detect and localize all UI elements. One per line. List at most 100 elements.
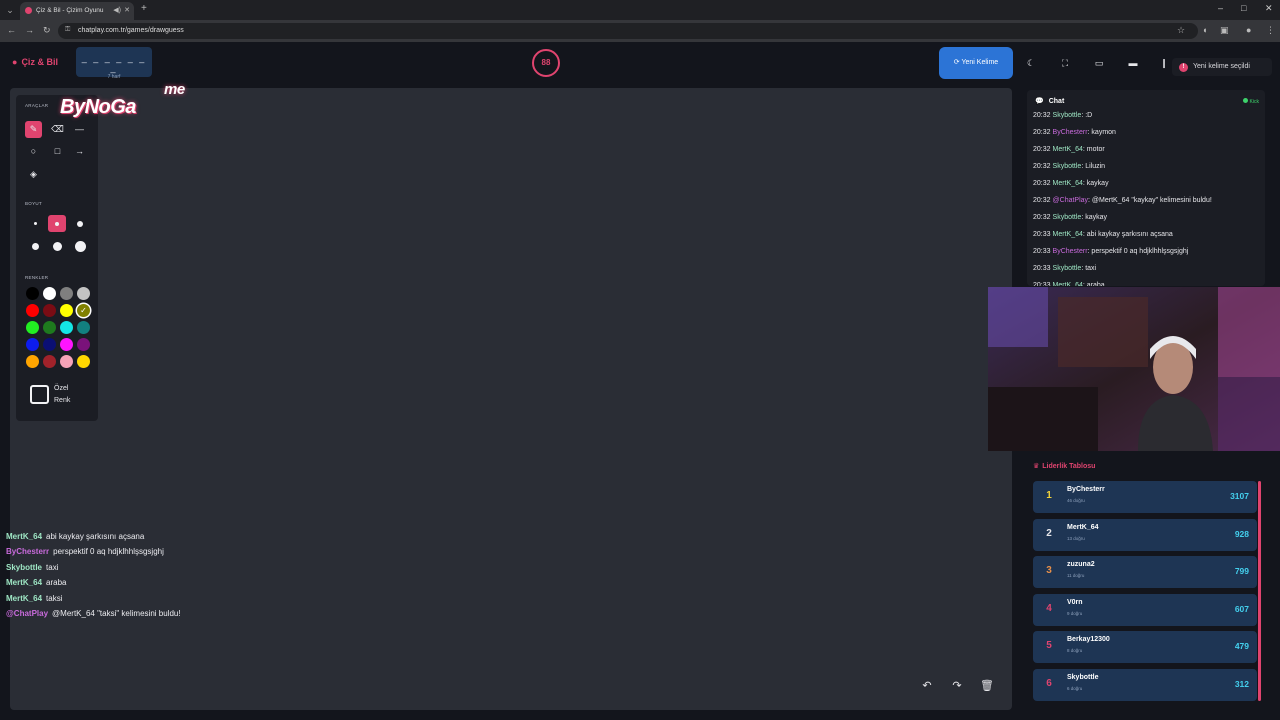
color-swatch[interactable] (60, 287, 73, 300)
color-swatch[interactable] (77, 355, 90, 368)
color-swatch[interactable] (43, 321, 56, 334)
chat-text: : motor (1082, 146, 1105, 153)
speaker-icon[interactable]: ◀) (113, 6, 121, 14)
color-swatch[interactable] (26, 338, 39, 351)
fullscreen-icon[interactable]: ⛶ (1054, 53, 1076, 73)
brush-size-option[interactable] (48, 238, 66, 255)
platform-badge: Kick (1242, 98, 1259, 105)
brush-size-option[interactable] (71, 215, 89, 232)
notification-toast: ! Yeni kelime seçildi (1172, 58, 1272, 76)
color-swatch[interactable] (43, 304, 56, 317)
close-window-icon[interactable]: ✕ (1265, 3, 1273, 14)
color-swatch[interactable] (43, 338, 56, 351)
brush-size-option[interactable] (48, 215, 66, 232)
back-icon[interactable]: ← (7, 25, 16, 35)
url-text: chatplay.com.tr/games/drawguess (78, 27, 184, 34)
brand[interactable]: ● Çiz & Bil (12, 57, 58, 67)
circle-tool-icon[interactable]: ○ (25, 143, 42, 160)
pen-tool-icon[interactable]: ✎ (25, 121, 42, 138)
chat-text: @MertK_64 "taksi" kelimesini buldu! (52, 608, 181, 618)
site-info-icon[interactable]: ⚿ (65, 26, 70, 34)
menu-dots-icon[interactable]: ⋮ (1266, 25, 1275, 36)
brush-size-option[interactable] (26, 215, 44, 232)
arrow-tool-icon[interactable]: → (71, 143, 88, 160)
overlay-chat-line: MertK_64 araba (6, 578, 306, 593)
color-swatch[interactable] (60, 304, 73, 317)
brush-size-option[interactable] (71, 238, 89, 255)
close-tab-icon[interactable]: ✕ (124, 6, 130, 14)
color-swatch[interactable] (26, 355, 39, 368)
url-field[interactable]: ⚿ chatplay.com.tr/games/drawguess (58, 23, 1198, 39)
redo-icon[interactable]: ↷ (947, 676, 967, 696)
new-tab-icon[interactable]: + (141, 3, 147, 14)
chat-username: Skybottle (1052, 214, 1082, 221)
rectangle-tool-icon[interactable]: □ (49, 143, 66, 160)
chat-time: 20:33 (1033, 231, 1051, 238)
dark-mode-icon[interactable]: ☾ (1020, 53, 1042, 73)
palette-icon: ● (12, 57, 18, 67)
new-word-button[interactable]: ⟳ Yeni Kelime (939, 47, 1013, 79)
leaderboard-title: ♛ Liderlik Tablosu (1033, 463, 1096, 470)
chat-bubble-icon: 💬 (1035, 98, 1044, 105)
color-swatch[interactable] (26, 321, 39, 334)
color-swatch[interactable] (77, 321, 90, 334)
puzzle-icon[interactable]: ▣ (1220, 25, 1229, 36)
toast-text: Yeni kelime seçildi (1193, 63, 1250, 70)
line-tool-icon[interactable]: — (71, 121, 88, 138)
color-swatch[interactable] (77, 287, 90, 300)
word-hint: 7 harf (107, 74, 121, 80)
color-swatch[interactable] (26, 304, 39, 317)
chat-message: 20:32 Skybottle: :D (1033, 110, 1263, 127)
forward-icon[interactable]: → (25, 25, 34, 35)
profile-icon[interactable]: ● (1246, 25, 1251, 35)
alert-icon: ! (1179, 63, 1188, 72)
eraser-tool-icon[interactable]: ⌫ (49, 121, 66, 138)
browser-tab[interactable]: Çiz & Bil - Çizim Oyunu ◀) ✕ (20, 2, 134, 20)
chat-username: MertK_64 (1052, 180, 1083, 187)
player-name: ByChesterr (1067, 486, 1105, 493)
color-swatch[interactable] (60, 321, 73, 334)
rank-number: 6 (1046, 677, 1052, 689)
chat-time: 20:32 (1033, 129, 1051, 136)
brush-size-option[interactable] (26, 238, 44, 255)
chat-messages: 20:32 Skybottle: :D 20:32 ByChesterr: kaymo… (1033, 110, 1263, 286)
rank-number: 5 (1046, 640, 1052, 651)
chat-username: MertK_64 (1052, 282, 1083, 286)
color-swatch[interactable] (26, 287, 39, 300)
reload-icon[interactable]: ↻ (43, 25, 51, 36)
rank-number: 2 (1046, 527, 1052, 539)
color-swatch[interactable] (77, 338, 90, 351)
color-swatch[interactable] (43, 355, 56, 368)
leaderboard-scrollbar[interactable] (1258, 481, 1261, 701)
color-swatch[interactable] (60, 338, 73, 351)
color-swatch[interactable] (60, 355, 73, 368)
overlay-chat-line: @ChatPlay @MertK_64 "taksi" kelimesini bu… (6, 609, 306, 624)
chat-text: : araba (1082, 282, 1105, 286)
extension-icon[interactable]: ◖ (1202, 25, 1207, 35)
size-section-label: BOYUT (25, 201, 43, 206)
chat-username: @ChatPlay (6, 608, 49, 618)
streamer-logo: ByNoGa me (60, 81, 185, 118)
layout-icon[interactable]: ▬ (1122, 53, 1144, 73)
trash-icon[interactable]: 🗑 (977, 676, 997, 696)
minimize-icon[interactable]: – (1218, 3, 1223, 13)
undo-icon[interactable]: ↶ (917, 676, 937, 696)
maximize-icon[interactable]: □ (1241, 3, 1246, 13)
bookmark-star-icon[interactable]: ☆ (1177, 25, 1185, 36)
correct-count: 9 doğru (1067, 610, 1083, 616)
tab-search-icon[interactable]: ⌄ (4, 4, 16, 16)
color-swatch[interactable] (43, 287, 56, 300)
chat-text: araba (46, 578, 67, 588)
overlay-chat-line: MertK_64 abi kaykay şarkısını açsana (6, 532, 306, 547)
color-swatch[interactable]: ✓ (77, 304, 90, 317)
fill-bucket-icon[interactable]: ◈ (25, 166, 42, 183)
brand-label: Çiz & Bil (21, 57, 58, 67)
correct-count: 6 doğru (1067, 685, 1083, 691)
player-name: Berkay12300 (1067, 636, 1110, 643)
address-bar: ← → ↻ ⚿ chatplay.com.tr/games/drawguess … (0, 20, 1280, 42)
keyboard-icon[interactable]: ▭ (1088, 53, 1110, 73)
chat-username: MertK_64 (6, 593, 43, 603)
leaderboard-row: 5 Berkay12300 8 doğru 479 (1033, 631, 1257, 663)
chat-time: 20:32 (1033, 163, 1051, 170)
custom-color-picker[interactable] (30, 385, 49, 404)
